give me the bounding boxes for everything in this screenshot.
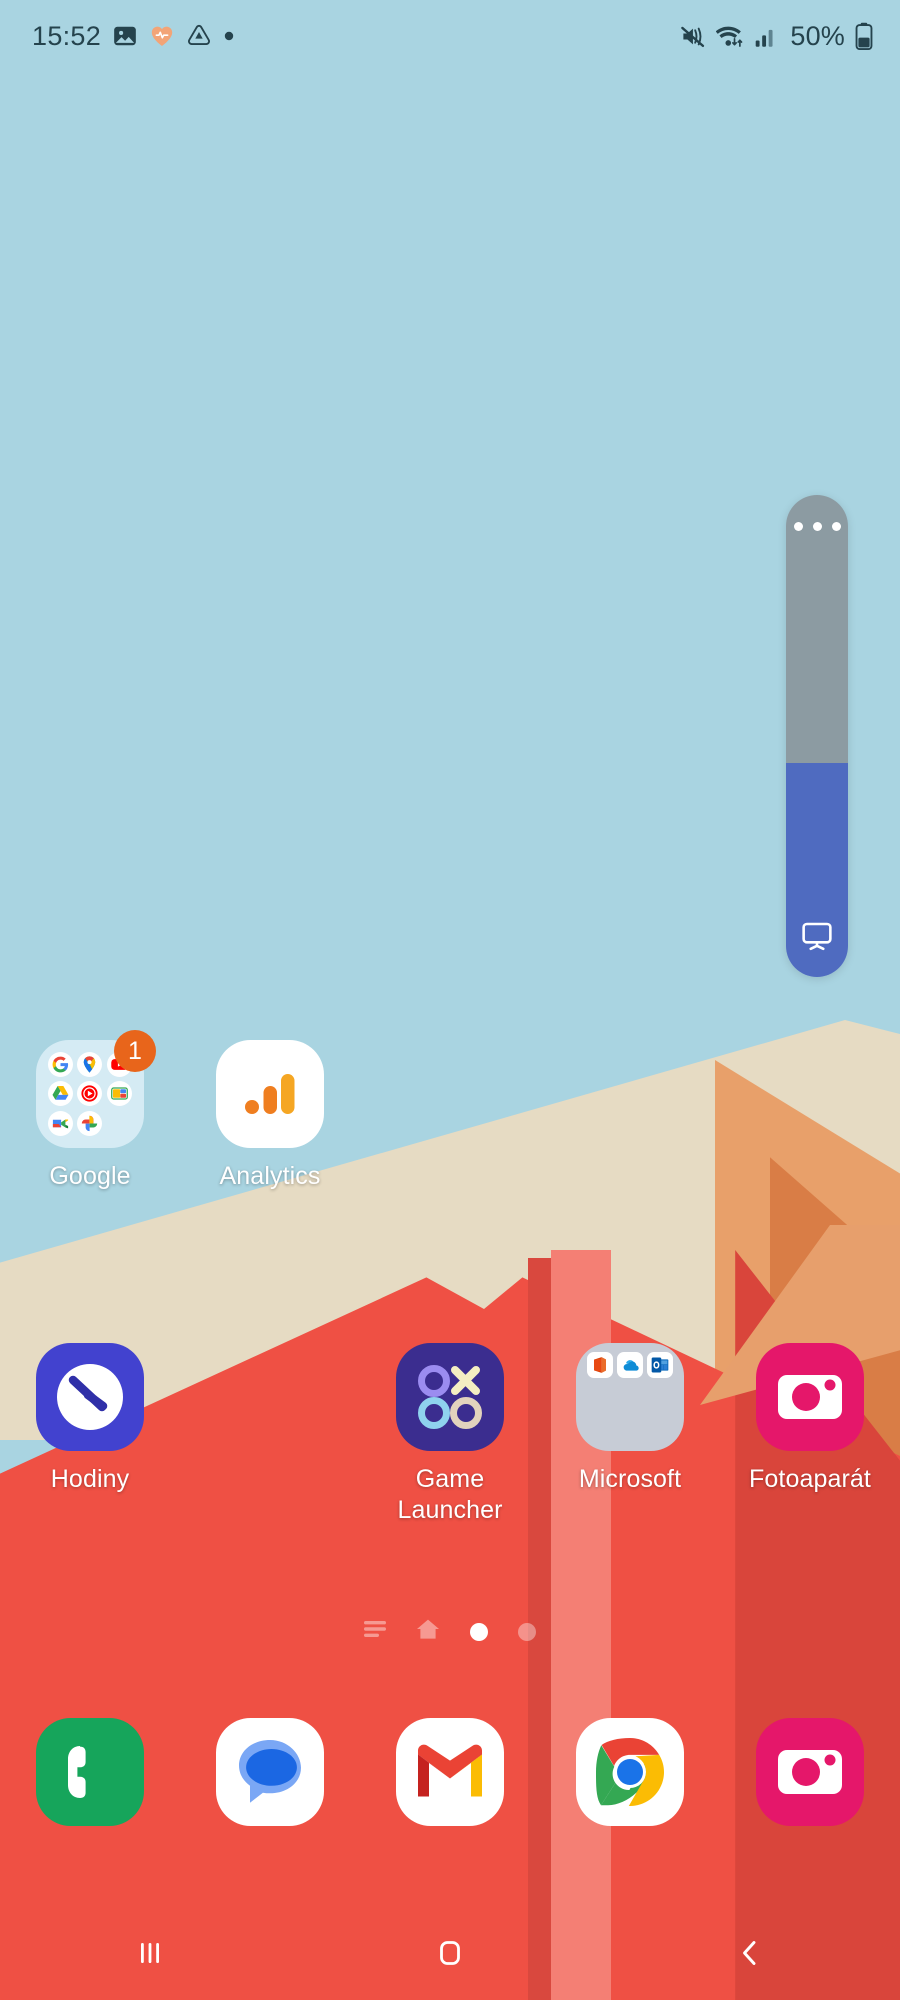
home-square-icon (433, 1936, 467, 1975)
status-bar[interactable]: 15:52 50% (0, 0, 900, 72)
app-list-page-icon[interactable] (364, 1620, 386, 1643)
home-button[interactable] (300, 1910, 600, 2000)
recents-icon (133, 1936, 167, 1975)
back-chevron-icon (733, 1936, 767, 1975)
edge-handle-top (786, 495, 848, 763)
app-camera[interactable]: Fotoaparát (720, 1343, 900, 1527)
edge-handle-dots (786, 522, 848, 531)
home-screen: 15:52 50% 1 Google Analytics Hodiny Game… (0, 0, 900, 2000)
dock-app-chrome[interactable] (540, 1718, 720, 1826)
recents-button[interactable] (0, 1910, 300, 2000)
google-analytics-icon (216, 1040, 324, 1148)
gmail-icon (396, 1718, 504, 1826)
app-label: Analytics (219, 1162, 321, 1190)
app-clock[interactable]: Hodiny (0, 1343, 180, 1527)
google-search-icon (48, 1052, 74, 1078)
mute-vibrate-icon (680, 23, 707, 50)
wallpaper (0, 0, 900, 2000)
back-button[interactable] (600, 1910, 900, 2000)
home-page-icon[interactable] (416, 1618, 440, 1645)
google-tv-icon (106, 1081, 132, 1107)
app-label: Fotoaparát (749, 1465, 871, 1493)
navigation-bar (0, 1910, 900, 2000)
youtube-music-icon (77, 1081, 103, 1107)
monitor-dex-icon (786, 921, 848, 951)
microsoft-folder-preview (576, 1343, 684, 1451)
status-bar-right: 50% (680, 21, 874, 52)
clock-icon (36, 1343, 144, 1451)
page-dot-active[interactable] (470, 1622, 488, 1641)
folder-badge-count: 1 (114, 1030, 156, 1072)
google-meet-icon (48, 1110, 74, 1136)
cellular-signal-icon (754, 24, 779, 49)
dock-app-camera[interactable] (720, 1718, 900, 1826)
dot-indicator-icon (223, 30, 235, 42)
app-folder-microsoft[interactable]: Microsoft (540, 1343, 720, 1527)
game-launcher-icon (396, 1343, 504, 1451)
app-label: Game Launcher (397, 1465, 503, 1525)
wifi-transfer-icon (716, 23, 745, 50)
google-photos-icon (77, 1110, 103, 1136)
home-row-2: Hodiny Game Launcher Microsoft Fotoapará… (0, 1343, 900, 1527)
page-dot-inactive[interactable] (518, 1622, 536, 1641)
app-label: Hodiny (50, 1465, 130, 1493)
triangle-circle-icon (186, 23, 212, 49)
chrome-icon (576, 1718, 684, 1826)
onedrive-icon (616, 1352, 643, 1378)
status-time: 15:52 (32, 20, 102, 51)
app-analytics[interactable]: Analytics (180, 1040, 360, 1192)
camera-icon (756, 1343, 864, 1451)
outlook-icon (647, 1352, 674, 1378)
microsoft-office-icon (586, 1352, 613, 1378)
dock-app-messages[interactable] (180, 1718, 360, 1826)
camera-icon (756, 1718, 864, 1826)
google-maps-icon (77, 1052, 103, 1078)
page-indicators[interactable] (0, 1618, 900, 1645)
app-label: Microsoft (578, 1465, 682, 1493)
dock (0, 1718, 900, 1826)
status-bar-left: 15:52 (32, 21, 235, 52)
app-label: Google (49, 1162, 131, 1190)
battery-percent-label: 50% (790, 20, 845, 51)
photo-gallery-icon (112, 23, 138, 49)
heart-health-icon (149, 23, 175, 49)
battery-icon (854, 22, 874, 50)
home-row-1: 1 Google Analytics (0, 1030, 900, 1192)
google-drive-icon (48, 1081, 74, 1107)
dock-app-gmail[interactable] (360, 1718, 540, 1826)
app-game-launcher[interactable]: Game Launcher (360, 1343, 540, 1527)
messages-icon (216, 1718, 324, 1826)
dock-app-phone[interactable] (0, 1718, 180, 1826)
app-folder-google[interactable]: 1 Google (0, 1030, 180, 1192)
phone-icon (36, 1718, 144, 1826)
edge-panel-handle[interactable] (786, 495, 848, 977)
